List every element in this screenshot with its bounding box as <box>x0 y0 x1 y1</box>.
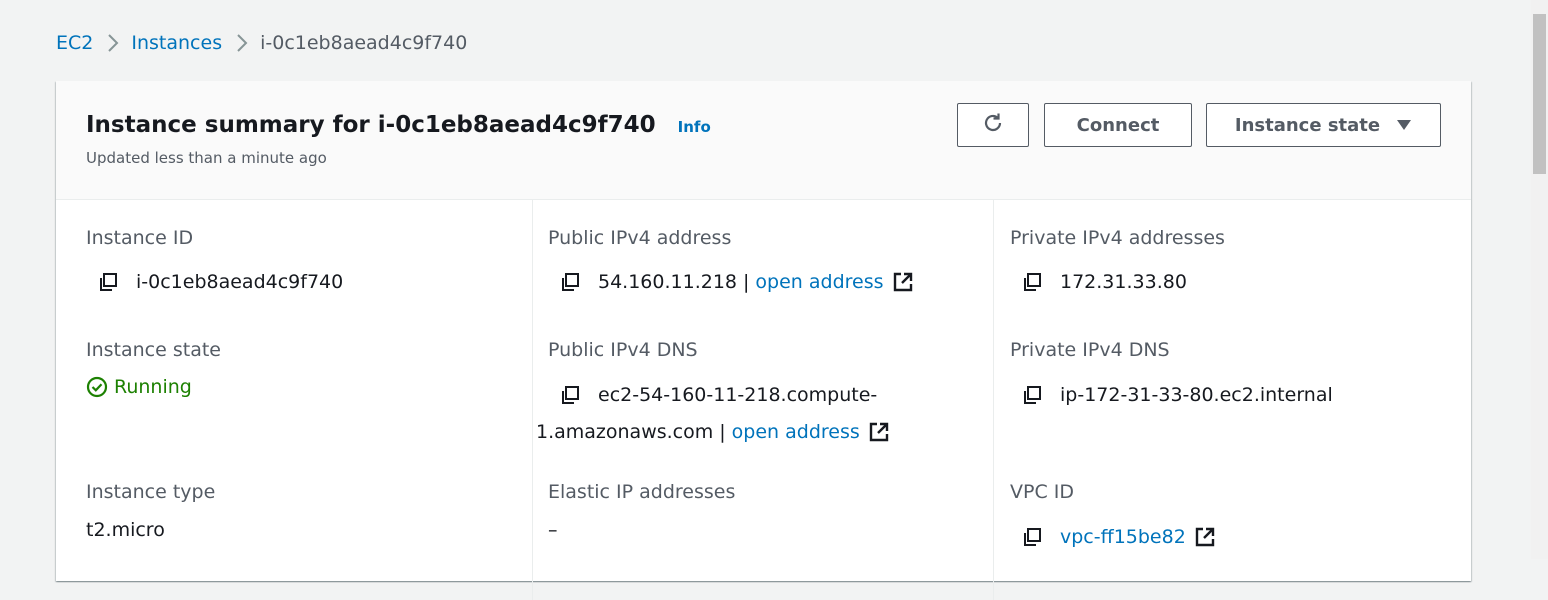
instance-id-value-row: i-0c1eb8aead4c9f740 <box>98 269 343 295</box>
separator: | <box>719 421 726 443</box>
copy-icon[interactable] <box>1022 527 1042 547</box>
page-title: Instance summary for i-0c1eb8aead4c9f740… <box>86 109 711 143</box>
public-ipv4-value: 54.160.11.218 <box>598 271 738 293</box>
private-ipv4-value-row: 172.31.33.80 <box>1022 269 1187 295</box>
column-divider <box>532 200 533 600</box>
open-address-link[interactable]: open address <box>755 269 883 295</box>
last-updated-text: Updated less than a minute ago <box>86 149 327 167</box>
private-dns-value: ip-172-31-33-80.ec2.internal <box>1060 384 1333 406</box>
page-scrollbar[interactable] <box>1531 0 1548 559</box>
public-dns-value-row: ec2-54-160-11-218.compute- <box>560 382 877 408</box>
public-ipv4-value-row: 54.160.11.218 | open address <box>560 269 914 295</box>
instance-state-label: Instance state <box>86 339 221 361</box>
breadcrumb: EC2 Instances i-0c1eb8aead4c9f740 <box>56 30 467 56</box>
elastic-ip-label: Elastic IP addresses <box>548 481 736 503</box>
open-address-link[interactable]: open address <box>732 419 860 445</box>
breadcrumb-ec2-link[interactable]: EC2 <box>56 30 93 56</box>
chevron-right-icon <box>236 33 248 53</box>
private-ipv4-value: 172.31.33.80 <box>1060 271 1187 293</box>
caret-down-icon <box>1396 119 1412 131</box>
breadcrumb-instances-link[interactable]: Instances <box>131 30 222 56</box>
chevron-right-icon <box>107 33 119 53</box>
vpc-id-link[interactable]: vpc-ff15be82 <box>1060 524 1186 550</box>
instance-id-label: Instance ID <box>86 227 194 249</box>
private-ipv4-label: Private IPv4 addresses <box>1010 227 1225 249</box>
connect-button[interactable]: Connect <box>1044 103 1192 147</box>
check-circle-icon <box>86 376 108 398</box>
refresh-button[interactable] <box>957 103 1029 147</box>
external-link-icon[interactable] <box>868 421 890 443</box>
column-divider <box>993 200 994 600</box>
public-dns-value-line2: 1.amazonaws.com <box>536 421 714 443</box>
card-header: Instance summary for i-0c1eb8aead4c9f740… <box>56 81 1471 200</box>
connect-button-label: Connect <box>1076 114 1160 136</box>
copy-icon[interactable] <box>560 272 580 292</box>
info-link[interactable]: Info <box>678 111 711 143</box>
private-dns-value-row: ip-172-31-33-80.ec2.internal <box>1022 382 1333 408</box>
copy-icon[interactable] <box>560 385 580 405</box>
public-ipv4-label: Public IPv4 address <box>548 227 732 249</box>
instance-state-dropdown-label: Instance state <box>1234 114 1381 136</box>
instance-state-status: Running <box>86 374 192 400</box>
copy-icon[interactable] <box>1022 272 1042 292</box>
instance-type-value: t2.micro <box>86 519 165 541</box>
separator: | <box>743 271 750 293</box>
copy-icon[interactable] <box>1022 385 1042 405</box>
breadcrumb-current-instance: i-0c1eb8aead4c9f740 <box>260 32 468 54</box>
refresh-icon <box>981 111 1005 140</box>
scrollbar-thumb[interactable] <box>1533 14 1546 174</box>
vpc-id-value-row: vpc-ff15be82 <box>1022 524 1216 550</box>
public-dns-label: Public IPv4 DNS <box>548 339 698 361</box>
instance-id-value: i-0c1eb8aead4c9f740 <box>136 271 344 293</box>
public-dns-value-row2: 1.amazonaws.com | open address <box>536 419 890 445</box>
vpc-id-label: VPC ID <box>1010 481 1074 503</box>
private-dns-label: Private IPv4 DNS <box>1010 339 1170 361</box>
instance-state-dropdown[interactable]: Instance state <box>1206 103 1441 147</box>
copy-icon[interactable] <box>98 272 118 292</box>
external-link-icon[interactable] <box>892 271 914 293</box>
public-dns-value-line1: ec2-54-160-11-218.compute- <box>598 384 878 406</box>
page-title-text: Instance summary for i-0c1eb8aead4c9f740 <box>86 112 656 138</box>
elastic-ip-value: – <box>548 519 558 541</box>
instance-type-label: Instance type <box>86 481 216 503</box>
external-link-icon[interactable] <box>1194 526 1216 548</box>
instance-summary-card: Instance summary for i-0c1eb8aead4c9f740… <box>56 81 1471 600</box>
instance-state-value: Running <box>114 376 192 398</box>
